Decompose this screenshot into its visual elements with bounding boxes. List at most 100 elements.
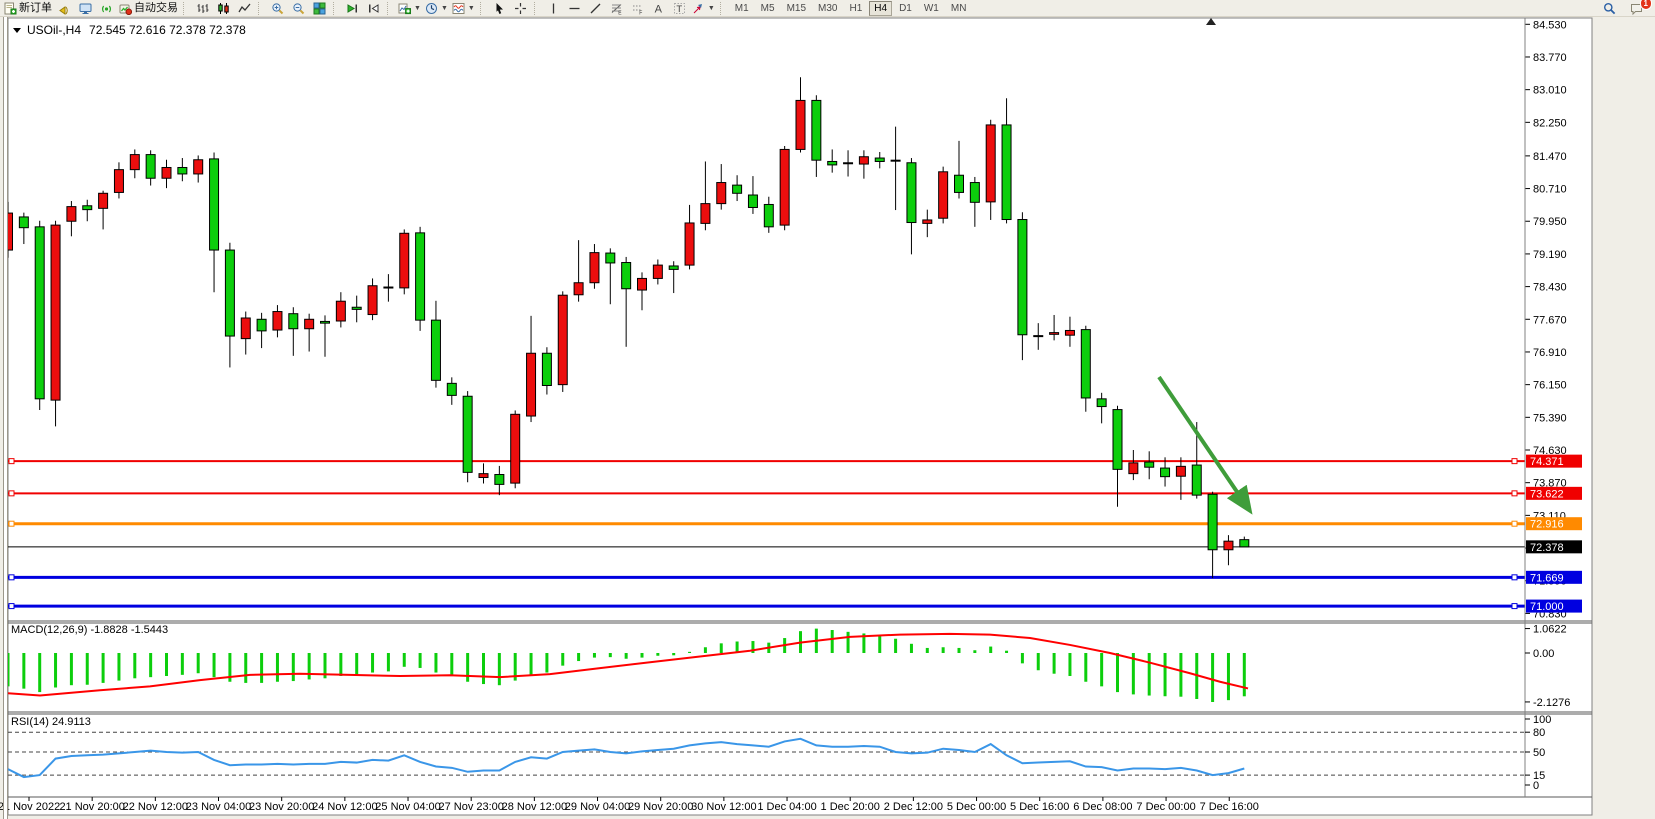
notifications-button[interactable]: 1 — [1626, 1, 1647, 16]
svg-text:F: F — [639, 10, 642, 15]
fibonacci-button[interactable]: E — [606, 1, 627, 16]
chart-menu-icon[interactable] — [13, 28, 21, 33]
line-handle[interactable] — [9, 459, 14, 464]
new-order-icon — [4, 2, 17, 15]
chart-shift-button[interactable] — [363, 1, 384, 16]
line-handle[interactable] — [1512, 521, 1517, 526]
candle — [321, 321, 330, 323]
text-label-button[interactable]: T — [669, 1, 690, 16]
price-tick-label: 76.150 — [1533, 380, 1567, 392]
terminal-icon — [79, 2, 92, 15]
indicators-icon — [398, 2, 411, 15]
svg-text:A: A — [654, 3, 662, 15]
chevron-down-icon[interactable]: ▼ — [468, 5, 475, 12]
price-tick-label: 84.530 — [1533, 19, 1567, 31]
line-handle[interactable] — [9, 604, 14, 609]
candle — [844, 163, 853, 164]
line-handle[interactable] — [1512, 491, 1517, 496]
search-button[interactable] — [1599, 1, 1620, 16]
timeframe-m30-button[interactable]: M30 — [813, 1, 842, 16]
line-chart-button[interactable] — [234, 1, 255, 16]
trendline-button[interactable] — [585, 1, 606, 16]
toolbar-separator — [258, 2, 264, 15]
zoom-in-button[interactable] — [267, 1, 288, 16]
line-handle[interactable] — [1512, 604, 1517, 609]
price-tick-label: 79.950 — [1533, 216, 1567, 228]
toolbar-separator — [333, 2, 339, 15]
svg-text:T: T — [676, 4, 682, 15]
arrows-button[interactable]: ▼ — [690, 1, 717, 16]
candle — [99, 193, 108, 208]
indicators-button[interactable]: ▼ — [396, 1, 423, 16]
candlestick-chart-button[interactable] — [213, 1, 234, 16]
bar-chart-button[interactable] — [192, 1, 213, 16]
line-handle[interactable] — [9, 491, 14, 496]
autotrading-button[interactable]: 自动交易 — [117, 1, 180, 16]
autotrading-button-label: 自动交易 — [134, 1, 178, 16]
timeframe-w1-button[interactable]: W1 — [919, 1, 944, 16]
alerts-button[interactable] — [54, 1, 75, 16]
periods-button[interactable]: ▼ — [423, 1, 450, 16]
candle — [748, 195, 757, 207]
templates-button[interactable]: ▼ — [450, 1, 477, 16]
timeframe-h4-button[interactable]: H4 — [869, 1, 892, 16]
horizontal-line-button[interactable] — [564, 1, 585, 16]
chevron-down-icon[interactable]: ▼ — [441, 5, 448, 12]
timeframe-mn-button[interactable]: MN — [946, 1, 972, 16]
candle — [83, 206, 92, 210]
time-tick-label: 28 Nov 12:00 — [502, 801, 567, 813]
svg-text:1.0622: 1.0622 — [1533, 624, 1567, 636]
candle — [384, 287, 393, 288]
candle — [463, 396, 472, 472]
chevron-down-icon[interactable]: ▼ — [414, 5, 421, 12]
line-handle[interactable] — [9, 575, 14, 580]
toolbar-separator — [480, 2, 486, 15]
channel-icon: F — [631, 2, 644, 15]
timeframe-m1-button[interactable]: M1 — [730, 1, 754, 16]
text-icon: A — [652, 2, 665, 15]
candle — [257, 319, 266, 331]
candle — [1208, 494, 1217, 549]
line-handle[interactable] — [9, 521, 14, 526]
timeframe-h1-button[interactable]: H1 — [844, 1, 867, 16]
line-handle[interactable] — [1512, 575, 1517, 580]
chevron-down-icon[interactable]: ▼ — [708, 5, 715, 12]
tile-windows-button[interactable] — [309, 1, 330, 16]
terminal-button[interactable] — [75, 1, 96, 16]
zoom-out-icon — [292, 2, 305, 15]
candle — [51, 225, 60, 400]
candle — [479, 474, 488, 478]
price-badge-label: 74.371 — [1530, 456, 1564, 468]
time-tick-label: 22 Nov 12:00 — [123, 801, 188, 813]
candle — [939, 172, 948, 218]
candle — [416, 233, 425, 320]
text-button[interactable]: A — [648, 1, 669, 16]
chart-canvas[interactable]: 84.53083.77083.01082.25081.47080.71079.9… — [0, 17, 1655, 819]
candle — [495, 475, 504, 485]
candle — [733, 185, 742, 193]
vertical-line-button[interactable] — [543, 1, 564, 16]
channel-button[interactable]: F — [627, 1, 648, 16]
timeframe-d1-button[interactable]: D1 — [894, 1, 917, 16]
candle — [955, 175, 964, 192]
svg-text:-2.1276: -2.1276 — [1533, 697, 1570, 709]
zoom-out-button[interactable] — [288, 1, 309, 16]
price-badge-label: 72.916 — [1530, 519, 1564, 531]
line-handle[interactable] — [1512, 459, 1517, 464]
cursor-button[interactable] — [489, 1, 510, 16]
notification-badge: 1 — [1640, 0, 1652, 10]
price-tick-label: 82.250 — [1533, 117, 1567, 129]
new-order-button[interactable]: 新订单 — [2, 1, 54, 16]
auto-scroll-button[interactable] — [342, 1, 363, 16]
svg-text:80: 80 — [1533, 727, 1545, 739]
candle — [891, 160, 900, 161]
signals-button[interactable] — [96, 1, 117, 16]
timeframe-m5-button[interactable]: M5 — [756, 1, 780, 16]
timeframe-m15-button[interactable]: M15 — [782, 1, 811, 16]
candle — [717, 183, 726, 204]
crosshair-button[interactable] — [510, 1, 531, 16]
candle — [1034, 336, 1043, 337]
horizontal-line-icon — [568, 2, 581, 15]
cursor-icon — [493, 2, 506, 15]
toolbar-separator — [534, 2, 540, 15]
